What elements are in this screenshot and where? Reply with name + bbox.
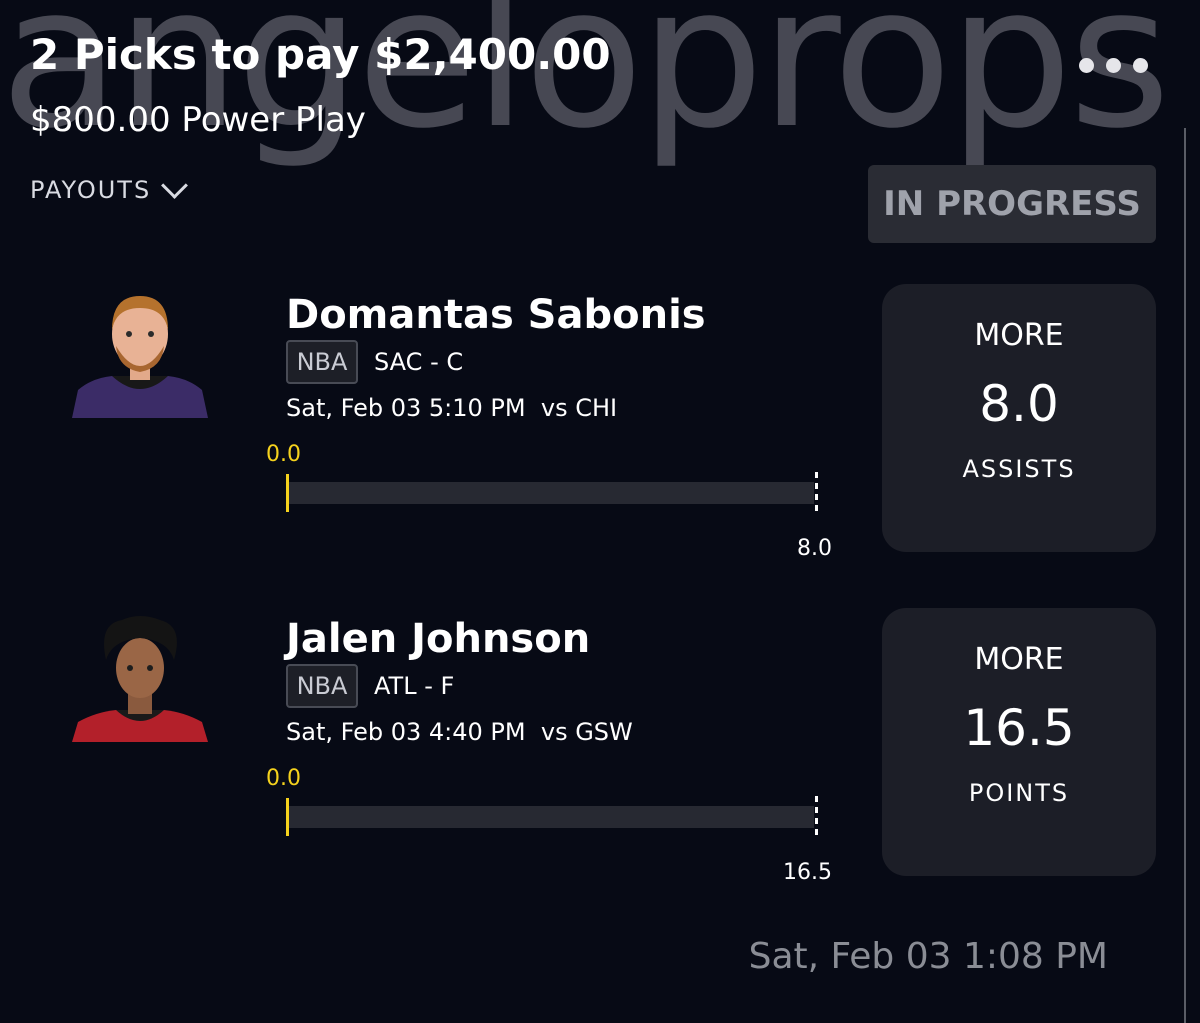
payouts-label: PAYOUTS xyxy=(30,176,152,204)
more-dots-icon[interactable] xyxy=(1079,58,1148,73)
player-avatar xyxy=(72,616,208,742)
target-marker xyxy=(815,796,818,838)
pick-direction: MORE xyxy=(974,318,1064,353)
line-value: 16.5 xyxy=(963,699,1075,757)
stat-type: POINTS xyxy=(968,779,1070,807)
progress-bar xyxy=(286,806,814,828)
current-stat-value: 0.0 xyxy=(266,442,301,467)
player-avatar xyxy=(72,296,208,418)
current-marker xyxy=(286,798,289,836)
progress-bar xyxy=(286,482,814,504)
current-stat-value: 0.0 xyxy=(266,766,301,791)
current-marker xyxy=(286,474,289,512)
target-value: 8.0 xyxy=(797,536,832,561)
projection-card[interactable]: MORE 8.0 ASSISTS xyxy=(882,284,1156,552)
projection-card[interactable]: MORE 16.5 POINTS xyxy=(882,608,1156,876)
line-value: 8.0 xyxy=(979,375,1059,433)
game-info: Sat, Feb 03 4:40 PM vs GSW xyxy=(286,718,633,746)
pick-direction: MORE xyxy=(974,642,1064,677)
page-title: 2 Picks to pay $2,400.00 xyxy=(30,30,611,79)
stat-type: ASSISTS xyxy=(962,455,1076,483)
player-name: Domantas Sabonis xyxy=(286,292,706,338)
dot xyxy=(1079,58,1094,73)
pick-card[interactable]: Jalen Johnson NBA ATL - F Sat, Feb 03 4:… xyxy=(0,608,1200,914)
player-name: Jalen Johnson xyxy=(286,616,591,662)
team-position: SAC - C xyxy=(374,348,464,376)
target-value: 16.5 xyxy=(783,860,832,885)
chevron-down-icon xyxy=(161,171,189,199)
pick-card[interactable]: Domantas Sabonis NBA SAC - C Sat, Feb 03… xyxy=(0,284,1200,590)
payouts-toggle[interactable]: PAYOUTS xyxy=(30,171,189,204)
status-badge: IN PROGRESS xyxy=(868,165,1156,243)
team-position: ATL - F xyxy=(374,672,455,700)
target-marker xyxy=(815,472,818,514)
league-badge: NBA xyxy=(286,340,358,384)
entry-subtitle: $800.00 Power Play xyxy=(30,100,366,140)
dot xyxy=(1133,58,1148,73)
game-info: Sat, Feb 03 5:10 PM vs CHI xyxy=(286,394,618,422)
entry-timestamp: Sat, Feb 03 1:08 PM xyxy=(748,936,1108,977)
league-badge: NBA xyxy=(286,664,358,708)
dot xyxy=(1106,58,1121,73)
